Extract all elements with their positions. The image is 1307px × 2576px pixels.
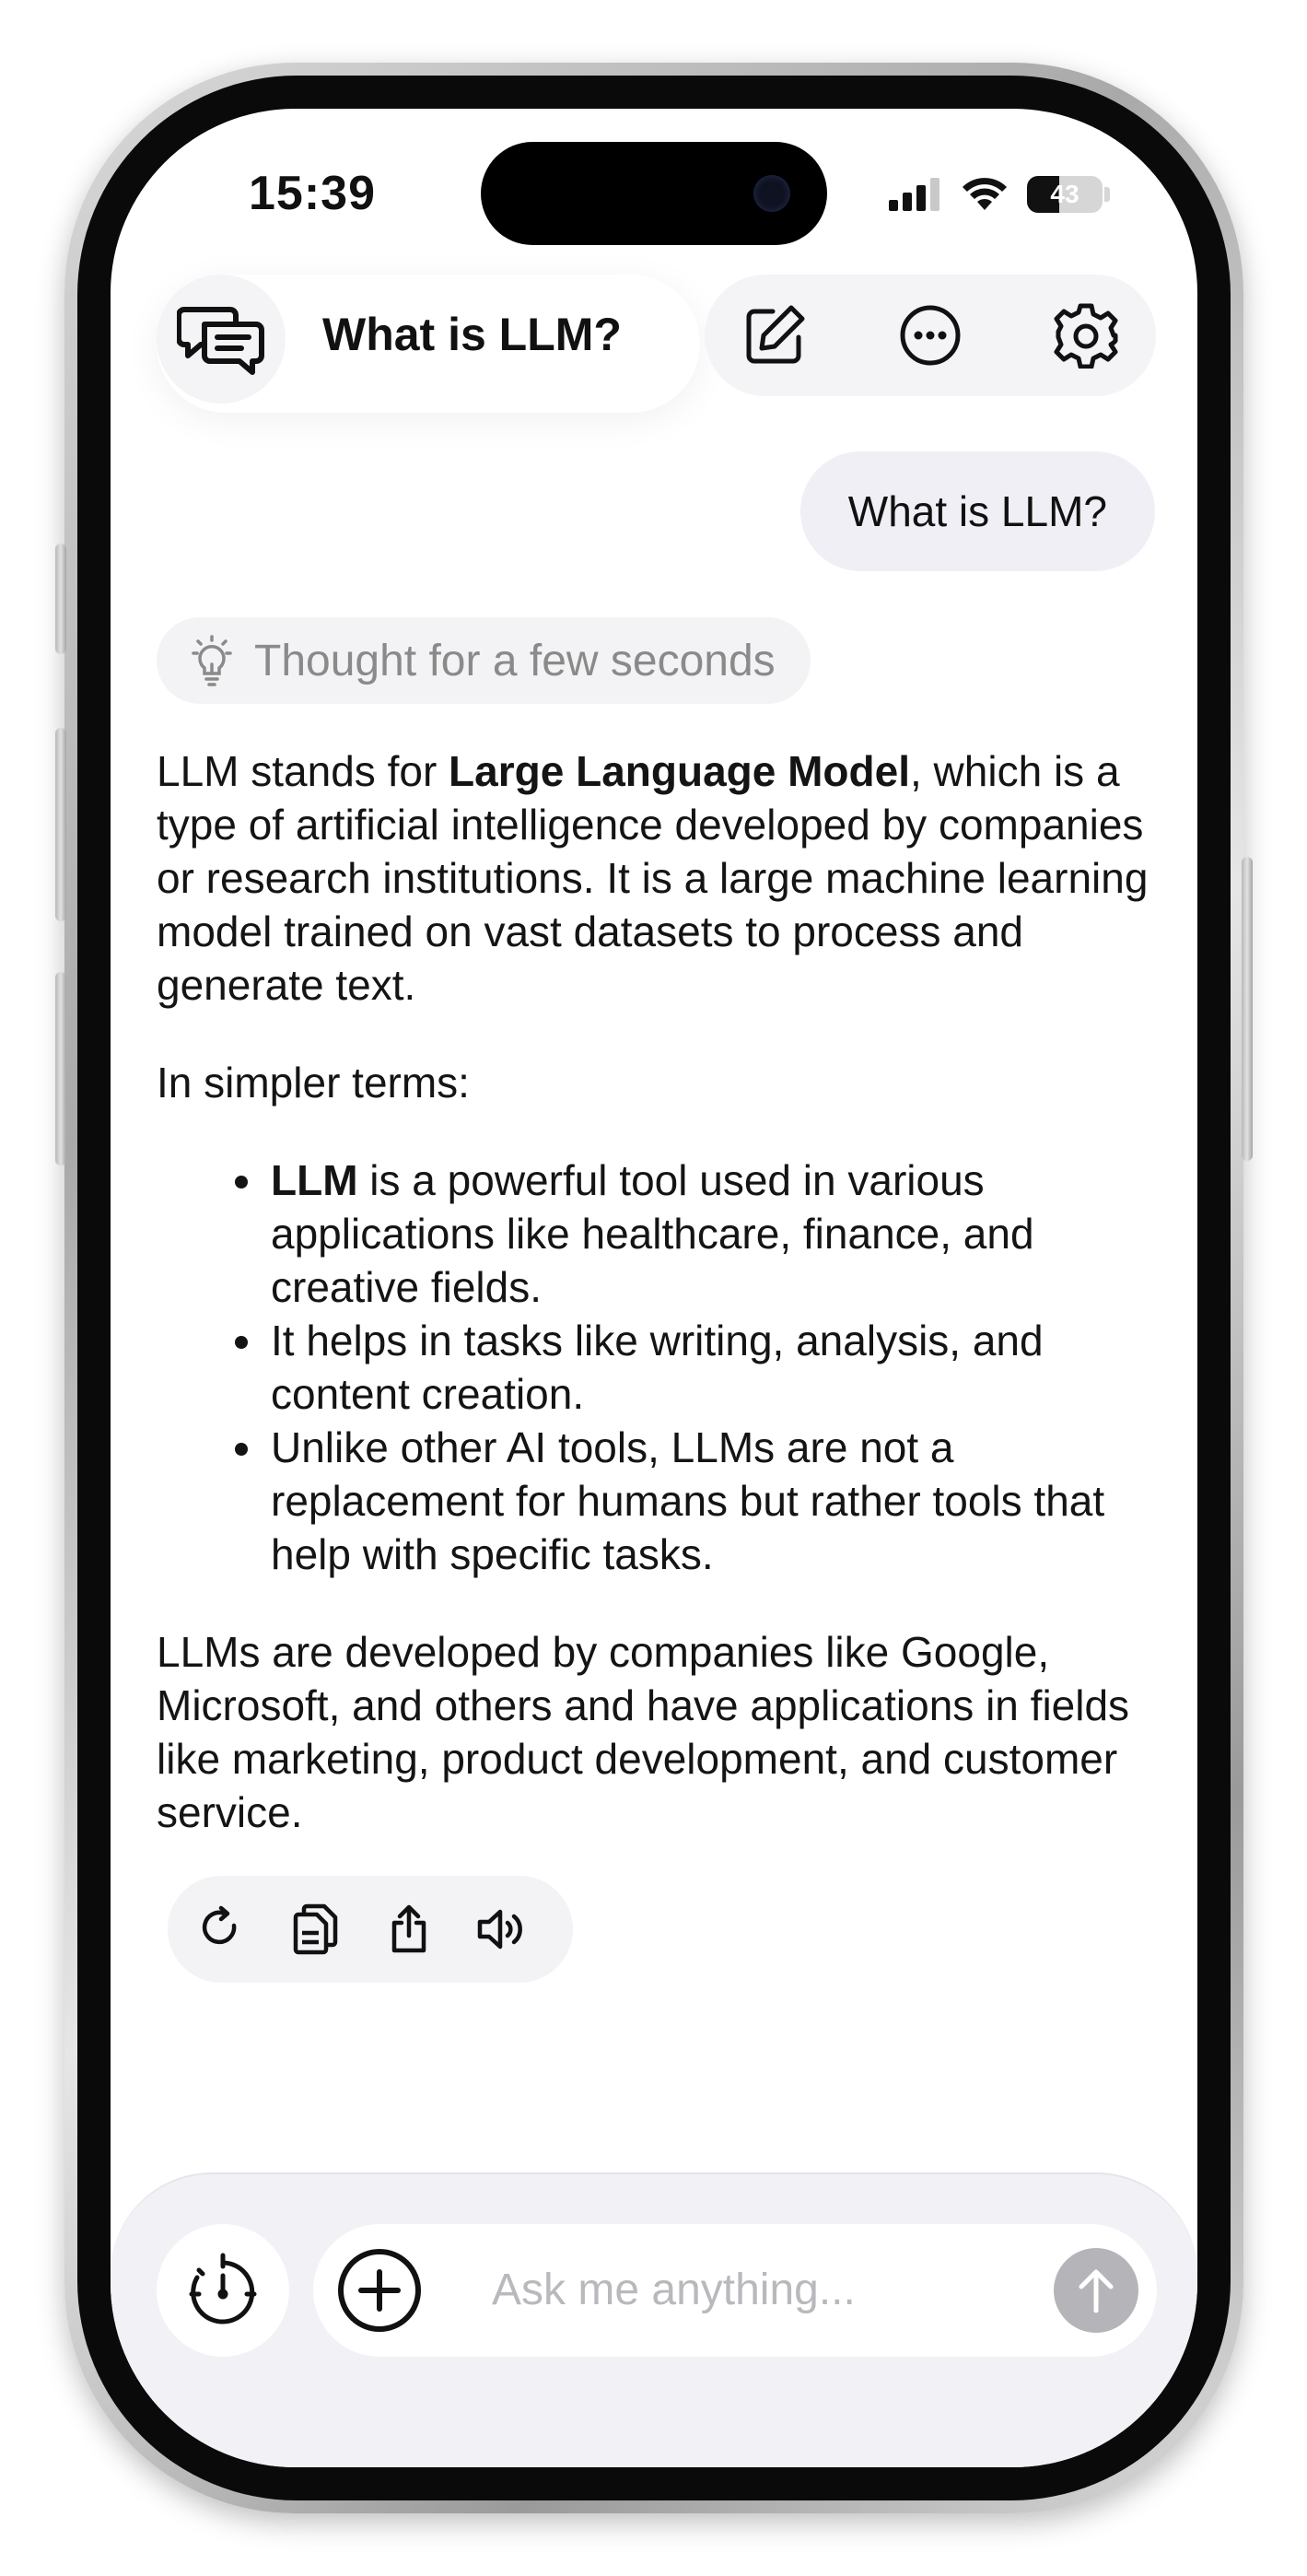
read-aloud-button[interactable]: [475, 1902, 531, 1957]
timer-button[interactable]: [157, 2224, 289, 2357]
header-actions: [705, 275, 1156, 396]
lightbulb-icon: [192, 635, 232, 686]
answer-bullet-list: LLM is a powerful tool used in various a…: [157, 1153, 1161, 1581]
timer-icon: [189, 2253, 257, 2324]
answer-p1-bold: Large Language Model: [449, 747, 910, 795]
user-message-bubble: What is LLM?: [799, 451, 1155, 571]
new-chat-button[interactable]: [714, 275, 835, 396]
battery-cap: [1104, 187, 1110, 202]
chat-bubbles-icon: [177, 307, 264, 375]
message-input-placeholder[interactable]: Ask me anything...: [492, 2265, 856, 2315]
status-time: 15:39: [249, 167, 376, 220]
plus-circle-icon: [338, 2249, 421, 2332]
volume-up-button: [55, 728, 66, 921]
bullet-bold: LLM: [271, 1156, 358, 1204]
battery-percent: 43: [1050, 180, 1079, 208]
bullet-text: Unlike other AI tools, LLMs are not a re…: [271, 1423, 1105, 1578]
answer-paragraph-1: LLM stands for Large Language Model, whi…: [157, 744, 1161, 1012]
copy-button[interactable]: [287, 1902, 343, 1957]
edit-icon: [746, 305, 805, 364]
screen: 15:39 43 What is LLM? What is LLM? Thoug…: [111, 109, 1197, 2467]
action-button: [55, 544, 66, 654]
thought-chip[interactable]: Thought for a few seconds: [157, 617, 811, 704]
volume-down-button: [55, 972, 66, 1165]
cellular-signal-icon: [889, 178, 939, 211]
copy-icon: [293, 1903, 338, 1955]
list-item: Unlike other AI tools, LLMs are not a re…: [267, 1421, 1161, 1581]
speaker-icon: [477, 1909, 522, 1950]
bullet-text: It helps in tasks like writing, analysis…: [271, 1317, 1044, 1418]
settings-button[interactable]: [1025, 275, 1147, 396]
message-actions: [168, 1876, 573, 1983]
bullet-text: is a powerful tool used in various appli…: [271, 1156, 1034, 1311]
share-icon: [391, 1904, 426, 1953]
attach-button[interactable]: [337, 2248, 422, 2333]
more-button[interactable]: [869, 275, 991, 396]
thought-label: Thought for a few seconds: [254, 636, 776, 685]
arrow-up-icon: [1079, 2269, 1114, 2313]
power-button: [1242, 857, 1253, 1161]
chats-button[interactable]: [157, 275, 286, 404]
more-icon: [900, 305, 961, 366]
battery-icon: 43: [1027, 176, 1103, 213]
refresh-icon: [202, 1905, 237, 1945]
gear-icon: [1054, 303, 1118, 369]
assistant-answer: LLM stands for Large Language Model, whi…: [157, 744, 1161, 1883]
share-button[interactable]: [381, 1902, 437, 1957]
wifi-icon: [963, 178, 1007, 210]
user-message-text: What is LLM?: [847, 487, 1107, 535]
answer-paragraph-3: LLMs are developed by companies like Goo…: [157, 1628, 1130, 1836]
list-item: It helps in tasks like writing, analysis…: [267, 1314, 1161, 1421]
answer-paragraph-2: In simpler terms:: [157, 1059, 470, 1107]
list-item: LLM is a powerful tool used in various a…: [267, 1153, 1161, 1314]
status-icons: 43: [887, 171, 1110, 217]
answer-p1-before: LLM stands for: [157, 747, 449, 795]
chat-title: What is LLM?: [322, 309, 622, 360]
send-button[interactable]: [1054, 2248, 1138, 2333]
front-camera: [753, 175, 790, 212]
regenerate-button[interactable]: [193, 1902, 249, 1957]
